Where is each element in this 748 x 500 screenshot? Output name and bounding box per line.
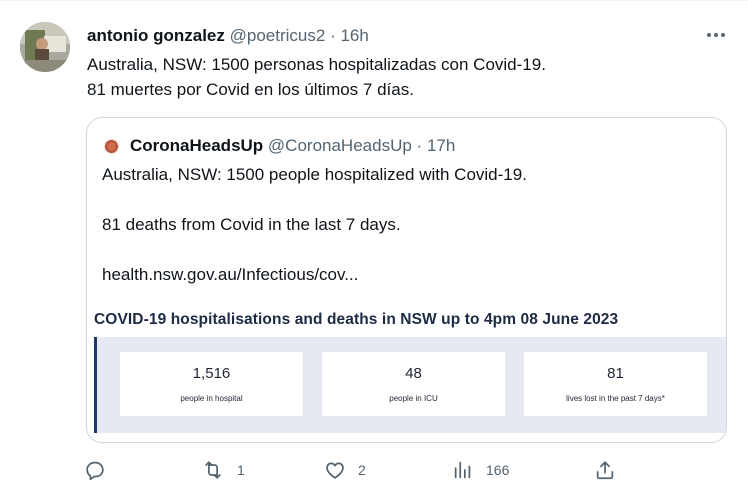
- quoted-tweet-header: CoronaHeadsUp @CoronaHeadsUp · 17h: [104, 135, 455, 157]
- quoted-author-avatar[interactable]: [104, 138, 119, 154]
- like-button[interactable]: 2: [324, 455, 366, 485]
- tweet-text-line: 81 muertes por Covid en los últimos 7 dí…: [87, 80, 414, 99]
- avatar-photo: [20, 22, 70, 72]
- more-options-button[interactable]: [704, 23, 728, 47]
- views-icon: [454, 461, 471, 479]
- quoted-tweet[interactable]: CoronaHeadsUp @CoronaHeadsUp · 17h Austr…: [86, 117, 727, 443]
- share-icon: [596, 461, 614, 480]
- header-separator: ·: [330, 26, 336, 45]
- like-count: 2: [358, 462, 366, 478]
- quoted-author-name[interactable]: CoronaHeadsUp: [130, 135, 263, 157]
- tweet-actions: 1 2 166: [84, 455, 624, 485]
- quoted-tweet-text: Australia, NSW: 1500 people hospitalized…: [102, 162, 527, 287]
- tweet-time[interactable]: 16h: [340, 26, 368, 45]
- retweet-button[interactable]: 1: [201, 455, 245, 485]
- more-dots-icon: [707, 33, 725, 37]
- quoted-author-handle[interactable]: @CoronaHeadsUp: [268, 135, 412, 157]
- stats-panel: 1,516 people in hospital 48 people in IC…: [94, 337, 726, 433]
- share-button[interactable]: [594, 455, 616, 485]
- reply-button[interactable]: [84, 455, 106, 485]
- tweet[interactable]: antonio gonzalez @poetricus2 · 16h Austr…: [0, 0, 748, 500]
- author-avatar[interactable]: [20, 22, 70, 72]
- retweet-count: 1: [237, 462, 245, 478]
- author-handle[interactable]: @poetricus2: [230, 26, 326, 45]
- stat-label: people in ICU: [389, 394, 438, 403]
- quoted-tweet-time[interactable]: 17h: [427, 135, 455, 157]
- stat-value: 48: [405, 365, 422, 382]
- views-count: 166: [486, 462, 510, 478]
- quoted-text-line: 81 deaths from Covid in the last 7 days.: [102, 215, 401, 234]
- quoted-header-separator: ·: [416, 136, 423, 155]
- card-title: COVID-19 hospitalisations and deaths in …: [94, 311, 619, 328]
- stat-value: 1,516: [192, 365, 231, 382]
- stat-box-deaths: 81 lives lost in the past 7 days*: [524, 352, 707, 416]
- stat-label: lives lost in the past 7 days*: [566, 394, 665, 403]
- tweet-text: Australia, NSW: 1500 personas hospitaliz…: [87, 52, 546, 102]
- quoted-text-line: Australia, NSW: 1500 people hospitalized…: [102, 165, 527, 184]
- reply-icon: [86, 461, 104, 481]
- views-button[interactable]: 166: [452, 455, 509, 485]
- quoted-link[interactable]: health.nsw.gov.au/Infectious/cov...: [102, 262, 527, 287]
- retweet-icon: [205, 461, 221, 479]
- author-name[interactable]: antonio gonzalez: [87, 26, 225, 45]
- stat-value: 81: [607, 365, 624, 382]
- stat-box-icu: 48 people in ICU: [322, 352, 505, 416]
- stat-label: people in hospital: [180, 394, 243, 403]
- tweet-text-line: Australia, NSW: 1500 personas hospitaliz…: [87, 55, 546, 74]
- heart-icon: [326, 462, 344, 479]
- stat-box-hospital: 1,516 people in hospital: [120, 352, 303, 416]
- tweet-header: antonio gonzalez @poetricus2 · 16h: [87, 25, 369, 47]
